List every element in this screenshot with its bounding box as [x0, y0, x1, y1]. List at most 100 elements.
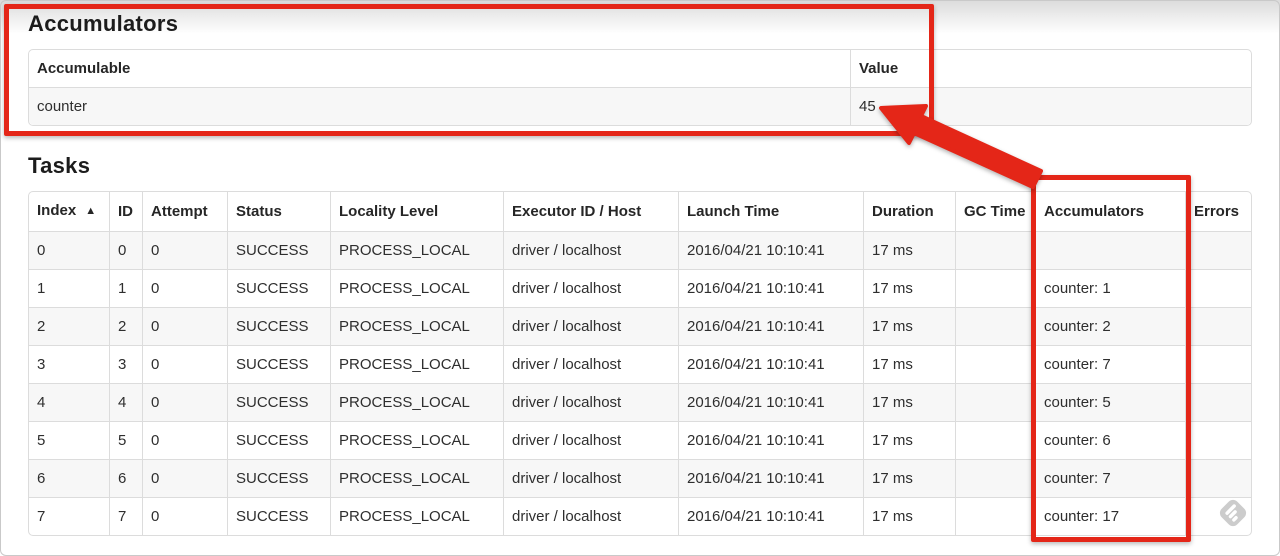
task-cell-errors — [1185, 497, 1251, 535]
task-cell-attempt: 0 — [142, 269, 227, 307]
task-col-header-accumulators[interactable]: Accumulators — [1035, 192, 1185, 231]
accumulators-table: Accumulable Value counter 45 — [28, 49, 1252, 126]
task-row: 7 7 0 SUCCESS PROCESS_LOCAL driver / localhos… — [29, 497, 1251, 535]
task-cell-launch_time: 2016/04/21 10:10:41 — [678, 269, 863, 307]
task-cell-accumulators: counter: 5 — [1035, 383, 1185, 421]
task-cell-index: 2 — [29, 307, 109, 345]
task-cell-duration: 17 ms — [863, 345, 955, 383]
task-cell-launch_time: 2016/04/21 10:10:41 — [678, 459, 863, 497]
task-cell-duration: 17 ms — [863, 383, 955, 421]
task-col-header-label: Attempt — [151, 203, 208, 220]
task-cell-executor_id_host: driver / localhost — [503, 459, 678, 497]
task-cell-id: 5 — [109, 421, 142, 459]
task-col-header-label: GC Time — [964, 203, 1026, 220]
accumulable-col-header-value[interactable]: Value — [850, 50, 1251, 87]
task-cell-duration: 17 ms — [863, 497, 955, 535]
task-col-header-id[interactable]: ID — [109, 192, 142, 231]
task-col-header-launch-time[interactable]: Launch Time — [678, 192, 863, 231]
tasks-table-header-row: Index ▲ ID Attempt Status Locality Level Execu… — [29, 192, 1251, 231]
task-cell-gc_time — [955, 269, 1035, 307]
sort-ascending-icon: ▲ — [85, 205, 97, 217]
task-cell-executor_id_host: driver / localhost — [503, 383, 678, 421]
task-cell-gc_time — [955, 231, 1035, 269]
task-cell-errors — [1185, 345, 1251, 383]
task-col-header-label: Launch Time — [687, 203, 780, 220]
task-cell-locality_level: PROCESS_LOCAL — [330, 307, 503, 345]
accumulable-col-header-label: Value — [859, 60, 899, 77]
task-cell-index: 5 — [29, 421, 109, 459]
task-col-header-errors[interactable]: Errors — [1185, 192, 1251, 231]
task-cell-attempt: 0 — [142, 345, 227, 383]
task-cell-accumulators: counter: 6 — [1035, 421, 1185, 459]
task-row: 3 3 0 SUCCESS PROCESS_LOCAL driver / localhos… — [29, 345, 1251, 383]
task-cell-launch_time: 2016/04/21 10:10:41 — [678, 421, 863, 459]
task-cell-errors — [1185, 421, 1251, 459]
task-cell-locality_level: PROCESS_LOCAL — [330, 497, 503, 535]
tasks-table-body: 0 0 0 SUCCESS PROCESS_LOCAL driver / localhos… — [29, 231, 1251, 535]
task-cell-gc_time — [955, 345, 1035, 383]
task-cell-duration: 17 ms — [863, 421, 955, 459]
task-col-header-index[interactable]: Index ▲ — [29, 192, 109, 231]
task-row: 6 6 0 SUCCESS PROCESS_LOCAL driver / localhos… — [29, 459, 1251, 497]
accumulable-col-header-accumulable[interactable]: Accumulable — [29, 50, 850, 87]
task-col-header-status[interactable]: Status — [227, 192, 330, 231]
task-cell-locality_level: PROCESS_LOCAL — [330, 269, 503, 307]
task-cell-attempt: 0 — [142, 231, 227, 269]
task-cell-launch_time: 2016/04/21 10:10:41 — [678, 497, 863, 535]
task-cell-status: SUCCESS — [227, 231, 330, 269]
task-cell-status: SUCCESS — [227, 459, 330, 497]
task-cell-accumulators: counter: 7 — [1035, 459, 1185, 497]
tasks-table: Index ▲ ID Attempt Status Locality Level Execu… — [28, 191, 1252, 536]
task-cell-status: SUCCESS — [227, 307, 330, 345]
task-col-header-attempt[interactable]: Attempt — [142, 192, 227, 231]
task-col-header-label: Accumulators — [1044, 203, 1145, 220]
task-col-header-label: Status — [236, 203, 282, 220]
task-cell-id: 6 — [109, 459, 142, 497]
task-col-header-label: ID — [118, 203, 133, 220]
task-cell-gc_time — [955, 383, 1035, 421]
task-cell-index: 7 — [29, 497, 109, 535]
task-cell-index: 4 — [29, 383, 109, 421]
task-cell-id: 3 — [109, 345, 142, 383]
task-cell-accumulators: counter: 17 — [1035, 497, 1185, 535]
task-col-header-label: Executor ID / Host — [512, 203, 642, 220]
task-cell-index: 1 — [29, 269, 109, 307]
task-cell-accumulators: counter: 1 — [1035, 269, 1185, 307]
task-cell-locality_level: PROCESS_LOCAL — [330, 383, 503, 421]
task-cell-index: 0 — [29, 231, 109, 269]
task-cell-errors — [1185, 307, 1251, 345]
task-col-header-duration[interactable]: Duration — [863, 192, 955, 231]
spark-ui-stage-page: Accumulators Accumulable Value counter 45 … — [0, 0, 1280, 556]
accumulable-row: counter 45 — [29, 87, 1251, 125]
task-cell-launch_time: 2016/04/21 10:10:41 — [678, 231, 863, 269]
task-row: 2 2 0 SUCCESS PROCESS_LOCAL driver / localhos… — [29, 307, 1251, 345]
task-cell-accumulators — [1035, 231, 1185, 269]
task-col-header-gc-time[interactable]: GC Time — [955, 192, 1035, 231]
task-col-header-locality-level[interactable]: Locality Level — [330, 192, 503, 231]
task-cell-status: SUCCESS — [227, 345, 330, 383]
task-cell-errors — [1185, 459, 1251, 497]
task-cell-attempt: 0 — [142, 307, 227, 345]
task-cell-duration: 17 ms — [863, 269, 955, 307]
task-row: 5 5 0 SUCCESS PROCESS_LOCAL driver / localhos… — [29, 421, 1251, 459]
task-cell-accumulators: counter: 7 — [1035, 345, 1185, 383]
accumulators-table-header-row: Accumulable Value — [29, 50, 1251, 87]
task-col-header-executor-id-host[interactable]: Executor ID / Host — [503, 192, 678, 231]
task-row: 1 1 0 SUCCESS PROCESS_LOCAL driver / localhos… — [29, 269, 1251, 307]
accumulable-col-header-label: Accumulable — [37, 60, 131, 77]
task-cell-id: 1 — [109, 269, 142, 307]
task-cell-attempt: 0 — [142, 459, 227, 497]
task-col-header-label: Duration — [872, 203, 934, 220]
accumulators-section-title: Accumulators — [28, 11, 179, 36]
task-cell-locality_level: PROCESS_LOCAL — [330, 421, 503, 459]
task-cell-index: 6 — [29, 459, 109, 497]
task-cell-status: SUCCESS — [227, 269, 330, 307]
task-cell-status: SUCCESS — [227, 383, 330, 421]
task-cell-accumulators: counter: 2 — [1035, 307, 1185, 345]
task-cell-launch_time: 2016/04/21 10:10:41 — [678, 345, 863, 383]
task-cell-duration: 17 ms — [863, 459, 955, 497]
task-cell-gc_time — [955, 459, 1035, 497]
task-cell-id: 7 — [109, 497, 142, 535]
task-cell-executor_id_host: driver / localhost — [503, 269, 678, 307]
task-cell-locality_level: PROCESS_LOCAL — [330, 231, 503, 269]
